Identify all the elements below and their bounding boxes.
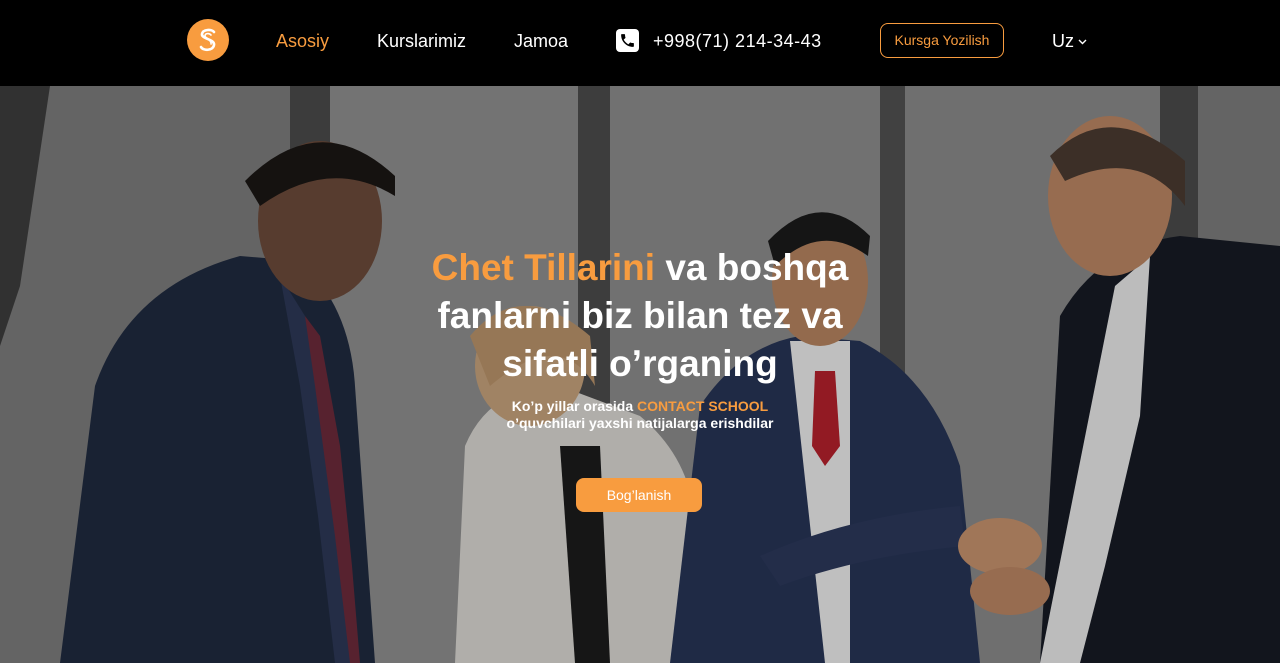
language-select[interactable]: Uz [1052, 31, 1087, 51]
hero-headline: Chet Tillarini va boshqa fanlarni biz bi… [390, 244, 890, 388]
headline-line1: va boshqa [655, 247, 849, 288]
chevron-down-icon [1078, 39, 1087, 45]
site-header: Asosiy Kurslarimiz Jamoa +998(71) 214-34… [0, 0, 1280, 86]
subtext-line2: o’quvchilari yaxshi natijalarga erishdil… [506, 415, 774, 431]
logo-icon[interactable] [187, 19, 229, 61]
headline-accent: Chet Tillarini [431, 247, 656, 288]
headline-line3: sifatli o’rganing [502, 343, 778, 384]
nav-team[interactable]: Jamoa [514, 31, 568, 51]
language-label: Uz [1052, 31, 1074, 51]
contact-button[interactable]: Bog’lanish [576, 478, 702, 512]
headline-line2: fanlarni biz bilan tez va [437, 295, 843, 336]
hero-subtext: Ko’p yillar orasida CONTACT SCHOOL o’quv… [440, 398, 840, 432]
phone-number[interactable]: +998(71) 214-34-43 [653, 31, 822, 51]
enroll-button[interactable]: Kursga Yozilish [880, 23, 1004, 58]
school-name: CONTACT SCHOOL [637, 398, 769, 414]
subtext-prefix: Ko’p yillar orasida [511, 398, 638, 414]
hero-section: Chet Tillarini va boshqa fanlarni biz bi… [0, 86, 1280, 663]
phone-icon [616, 29, 639, 52]
nav-home[interactable]: Asosiy [276, 31, 329, 51]
nav-courses[interactable]: Kurslarimiz [377, 31, 466, 51]
